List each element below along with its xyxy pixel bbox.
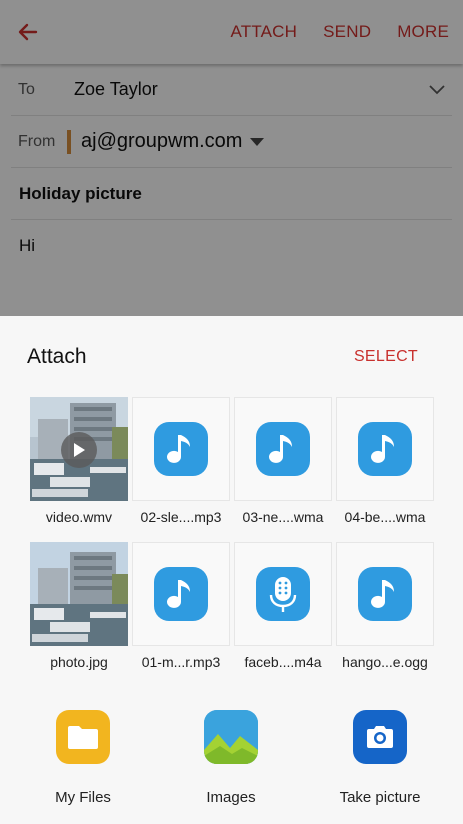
audio-thumbnail bbox=[336, 542, 434, 646]
file-tile-voice[interactable]: faceb....m4a bbox=[234, 542, 332, 687]
file-name: 03-ne....wma bbox=[242, 509, 324, 525]
app-label: My Files bbox=[55, 789, 111, 806]
file-name: video.wmv bbox=[45, 509, 113, 525]
music-note-icon bbox=[358, 422, 412, 476]
file-name: 02-sle....mp3 bbox=[140, 509, 222, 525]
file-tile-audio[interactable]: hango...e.ogg bbox=[336, 542, 434, 687]
file-name: 04-be....wma bbox=[344, 509, 426, 525]
music-note-icon bbox=[358, 567, 412, 621]
app-label: Images bbox=[206, 789, 256, 806]
file-tile-audio[interactable]: 01-m...r.mp3 bbox=[132, 542, 230, 687]
camera-icon bbox=[353, 710, 407, 764]
music-note-icon bbox=[154, 422, 208, 476]
attach-sheet: Attach SELECT video.wmv 02-sle....mp3 03… bbox=[0, 316, 463, 824]
dim-overlay[interactable] bbox=[0, 0, 463, 316]
attach-sources: My Files Images Take picture bbox=[0, 706, 463, 816]
file-name: hango...e.ogg bbox=[342, 654, 428, 670]
video-thumbnail bbox=[30, 397, 128, 501]
folder-icon bbox=[56, 710, 110, 764]
recent-files-grid: video.wmv 02-sle....mp3 03-ne....wma 04-… bbox=[30, 397, 434, 687]
file-tile-video[interactable]: video.wmv bbox=[30, 397, 128, 542]
file-row: video.wmv 02-sle....mp3 03-ne....wma 04-… bbox=[30, 397, 434, 542]
images-button[interactable]: Images bbox=[176, 710, 286, 806]
microphone-icon bbox=[256, 567, 310, 621]
audio-thumbnail bbox=[234, 397, 332, 501]
file-tile-audio[interactable]: 02-sle....mp3 bbox=[132, 397, 230, 542]
file-tile-photo[interactable]: photo.jpg bbox=[30, 542, 128, 687]
music-note-icon bbox=[256, 422, 310, 476]
audio-thumbnail bbox=[132, 542, 230, 646]
music-note-icon bbox=[154, 567, 208, 621]
my-files-button[interactable]: My Files bbox=[28, 710, 138, 806]
file-tile-audio[interactable]: 03-ne....wma bbox=[234, 397, 332, 542]
audio-thumbnail bbox=[132, 397, 230, 501]
take-picture-button[interactable]: Take picture bbox=[325, 710, 435, 806]
file-tile-audio[interactable]: 04-be....wma bbox=[336, 397, 434, 542]
sheet-title: Attach bbox=[27, 345, 87, 368]
gallery-icon bbox=[204, 710, 258, 764]
file-name: 01-m...r.mp3 bbox=[141, 654, 221, 670]
sheet-header: Attach SELECT bbox=[0, 316, 463, 398]
file-name: faceb....m4a bbox=[244, 654, 322, 670]
play-icon bbox=[61, 432, 97, 468]
file-name: photo.jpg bbox=[50, 654, 108, 670]
voice-thumbnail bbox=[234, 542, 332, 646]
photo-thumbnail bbox=[30, 542, 128, 646]
audio-thumbnail bbox=[336, 397, 434, 501]
app-label: Take picture bbox=[339, 789, 421, 806]
file-row: photo.jpg 01-m...r.mp3 faceb....m4a hang… bbox=[30, 542, 434, 687]
select-button[interactable]: SELECT bbox=[354, 348, 418, 366]
